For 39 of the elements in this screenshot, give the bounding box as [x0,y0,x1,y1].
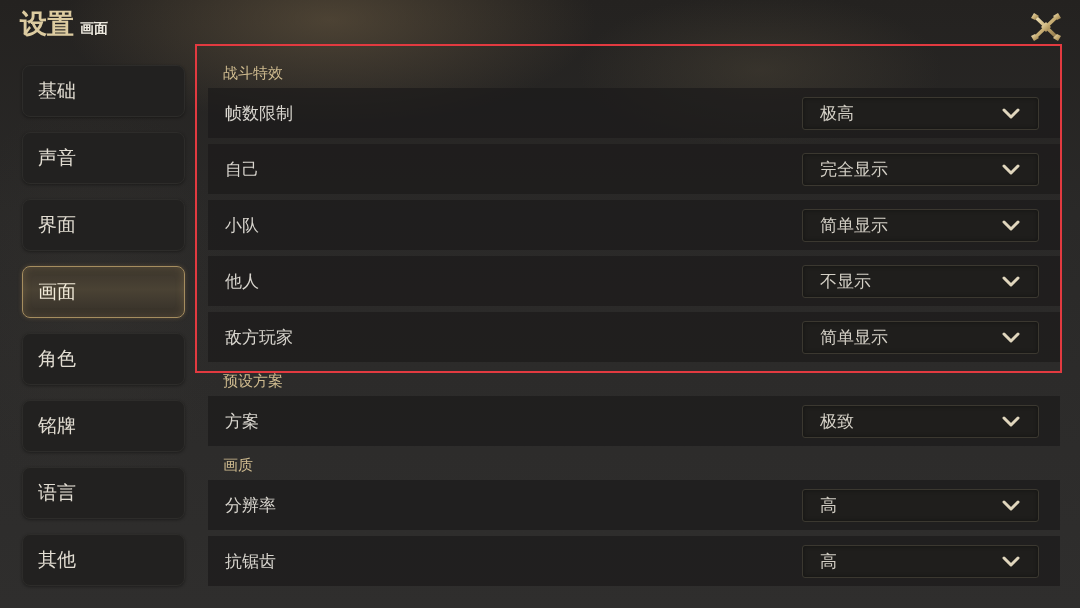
sidebar-tab[interactable]: 其他 [22,534,185,586]
setting-label: 分辨率 [225,493,276,517]
dropdown[interactable]: 极致 [802,404,1039,438]
setting-label: 他人 [225,269,259,293]
dropdown[interactable]: 简单显示 [802,208,1039,242]
dropdown[interactable]: 不显示 [802,264,1039,298]
setting-label: 敌方玩家 [225,325,293,349]
section-title: 画质 [223,455,253,475]
page-subtitle: 画面 [80,20,108,38]
sidebar-tab[interactable]: 铭牌 [22,400,185,452]
section-title: 预设方案 [223,371,283,391]
sidebar-tab[interactable]: 基础 [22,65,185,117]
sidebar-tab[interactable]: 声音 [22,132,185,184]
chevron-down-icon [1002,107,1020,119]
setting-label: 小队 [225,213,259,237]
dropdown[interactable]: 高 [802,544,1039,578]
sidebar-tab[interactable]: 界面 [22,199,185,251]
section-title: 战斗特效 [223,63,283,83]
dropdown[interactable]: 完全显示 [802,152,1039,186]
chevron-down-icon [1002,219,1020,231]
chevron-down-icon [1002,275,1020,287]
sidebar-tab[interactable]: 语言 [22,467,185,519]
chevron-down-icon [1002,555,1020,567]
dropdown[interactable]: 高 [802,488,1039,522]
dropdown[interactable]: 简单显示 [802,320,1039,354]
close-icon [1030,12,1062,42]
chevron-down-icon [1002,331,1020,343]
chevron-down-icon [1002,163,1020,175]
setting-label: 自己 [225,157,259,181]
chevron-down-icon [1002,499,1020,511]
sidebar-tab[interactable]: 画面 [22,266,185,318]
chevron-down-icon [1002,415,1020,427]
setting-label: 帧数限制 [225,101,293,125]
close-button[interactable] [1030,12,1062,42]
sidebar-tab[interactable]: 角色 [22,333,185,385]
dropdown[interactable]: 极高 [802,96,1039,130]
setting-label: 方案 [225,409,259,433]
setting-label: 抗锯齿 [225,549,276,573]
page-title: 设置 [20,7,74,41]
